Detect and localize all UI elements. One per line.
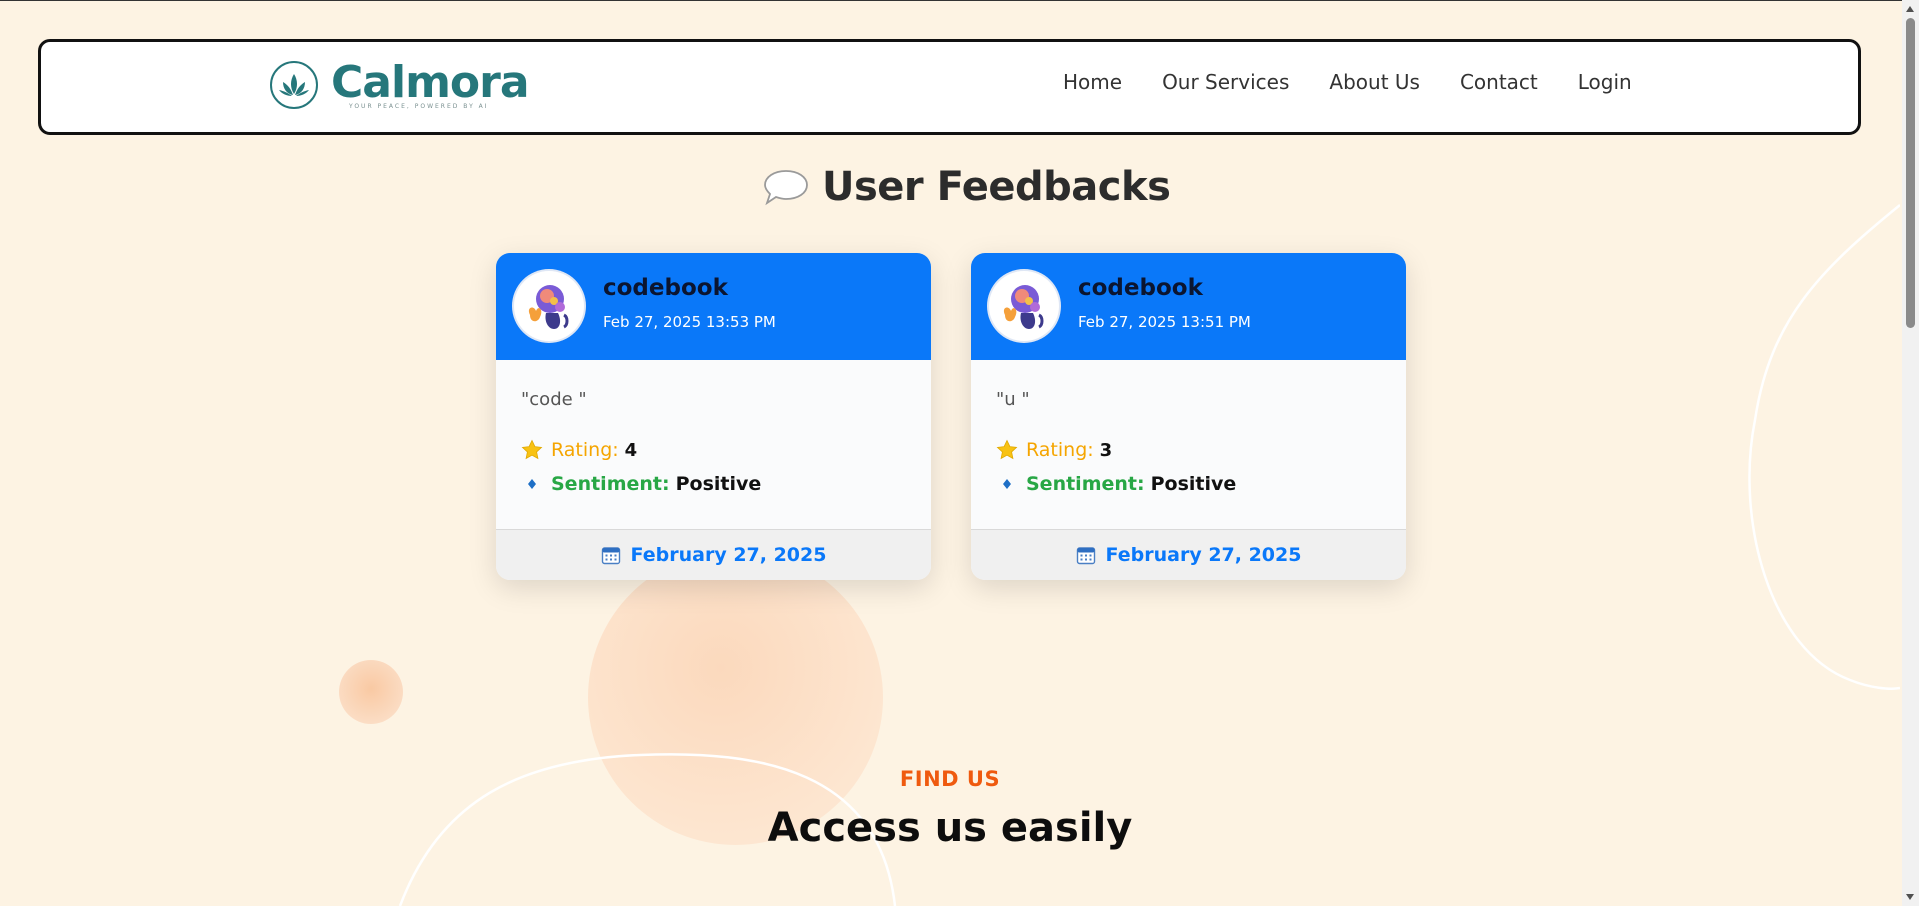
user-avatar-illustration	[528, 285, 569, 329]
sentiment-value: Positive	[675, 473, 762, 495]
card-timestamp: Feb 27, 2025 13:51 PM	[1078, 313, 1251, 331]
feedback-card: codebook Feb 27, 2025 13:51 PM "u " Rati…	[971, 253, 1406, 580]
lotus-icon	[270, 61, 318, 109]
card-header: codebook Feb 27, 2025 13:53 PM	[496, 253, 931, 360]
rating-label: Rating:	[551, 439, 619, 461]
star-icon	[521, 439, 543, 461]
feedback-date: February 27, 2025	[1105, 544, 1302, 566]
card-footer: February 27, 2025	[496, 529, 931, 580]
sentiment-value: Positive	[1150, 473, 1237, 495]
navbar: Calmora YOUR PEACE, POWERED BY AI Home O…	[38, 39, 1861, 135]
find-us-label: FIND US	[899, 767, 1001, 791]
diamond-icon	[996, 473, 1018, 495]
card-footer: February 27, 2025	[971, 529, 1406, 580]
brand-name: Calmora	[331, 56, 530, 108]
rating-row: Rating: 4	[521, 439, 637, 461]
nav-home[interactable]: Home	[1063, 70, 1122, 94]
nav-links: Home Our Services About Us Contact Login	[1063, 70, 1672, 94]
brand-logo[interactable]: Calmora YOUR PEACE, POWERED BY AI	[269, 56, 530, 110]
user-avatar-illustration	[1003, 285, 1044, 329]
scroll-down-arrow-icon[interactable]	[1906, 894, 1914, 900]
nav-about-us[interactable]: About Us	[1329, 70, 1420, 94]
calendar-icon	[601, 547, 620, 565]
sentiment-row: Sentiment: Positive	[996, 473, 1236, 495]
sentiment-label: Sentiment:	[551, 473, 670, 495]
feedback-comment: "code "	[521, 389, 587, 410]
card-username: codebook	[603, 275, 728, 301]
nav-contact[interactable]: Contact	[1460, 70, 1538, 94]
scroll-up-arrow-icon[interactable]	[1906, 6, 1914, 12]
feedback-date: February 27, 2025	[630, 544, 827, 566]
card-header: codebook Feb 27, 2025 13:51 PM	[971, 253, 1406, 360]
find-us-title: Access us easily	[767, 805, 1133, 851]
sentiment-label: Sentiment:	[1026, 473, 1145, 495]
section-heading: User Feedbacks	[762, 164, 1171, 210]
rating-row: Rating: 3	[996, 439, 1112, 461]
scrollbar-thumb[interactable]	[1906, 18, 1915, 328]
card-username: codebook	[1078, 275, 1203, 301]
calendar-icon	[1076, 547, 1095, 565]
nav-login[interactable]: Login	[1578, 70, 1632, 94]
rating-label: Rating:	[1026, 439, 1094, 461]
vertical-scrollbar[interactable]	[1902, 0, 1919, 906]
avatar	[514, 271, 584, 341]
card-timestamp: Feb 27, 2025 13:53 PM	[603, 313, 776, 331]
speech-bubble-icon	[764, 170, 808, 206]
card-body: "code " Rating: 4 Sentiment: Positive	[496, 360, 931, 530]
sentiment-row: Sentiment: Positive	[521, 473, 761, 495]
rating-value: 3	[1099, 439, 1113, 461]
star-icon	[996, 439, 1018, 461]
section-title: User Feedbacks	[822, 164, 1171, 210]
nav-our-services[interactable]: Our Services	[1162, 70, 1289, 94]
avatar	[989, 271, 1059, 341]
card-body: "u " Rating: 3 Sentiment: Positive	[971, 360, 1406, 530]
feedback-card: codebook Feb 27, 2025 13:53 PM "code " R…	[496, 253, 931, 580]
rating-value: 4	[624, 439, 638, 461]
feedback-comment: "u "	[996, 389, 1030, 410]
diamond-icon	[521, 473, 543, 495]
